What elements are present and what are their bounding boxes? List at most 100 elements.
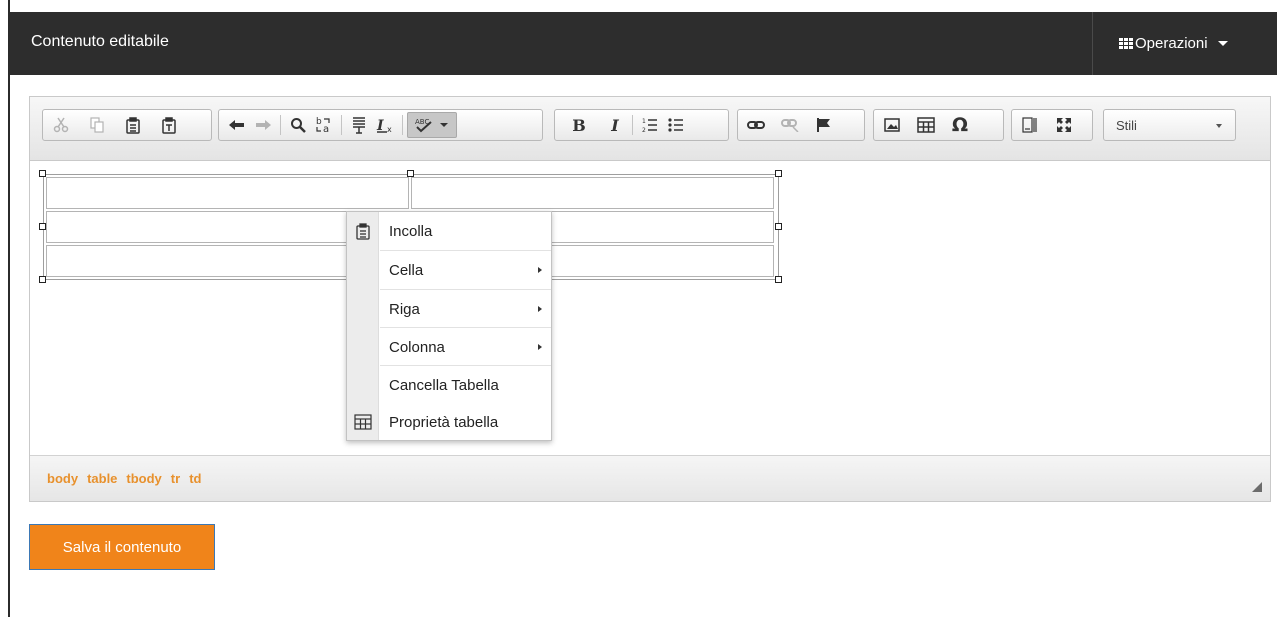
unlink-icon (781, 119, 799, 132)
menu-item-label: Proprietà tabella (389, 413, 499, 431)
paste-text-button[interactable] (156, 112, 182, 138)
italic-button[interactable]: I (602, 112, 628, 138)
resize-handle[interactable] (39, 223, 46, 230)
path-item-tbody[interactable]: tbody (126, 471, 161, 486)
path-item-tr[interactable]: tr (171, 471, 180, 486)
anchor-icon (817, 118, 830, 132)
menu-item-label: Cella (389, 261, 424, 279)
resize-grip-icon[interactable] (1252, 482, 1262, 492)
menu-item-label: Cancella Tabella (389, 376, 499, 394)
resize-handle[interactable] (39, 276, 46, 283)
paste-button[interactable] (120, 112, 146, 138)
resize-handle[interactable] (775, 170, 782, 177)
operations-label: Operazioni (1135, 35, 1208, 52)
editor-content-area[interactable] (30, 162, 1270, 455)
editor-toolbar: ba Ix ABC B I 12 Ω Stili (30, 97, 1270, 161)
resize-handle[interactable] (775, 223, 782, 230)
panel-header: Contenuto editabile Operazioni (10, 12, 1277, 75)
cut-button[interactable] (48, 112, 74, 138)
submenu-arrow-icon (538, 344, 542, 350)
paste-icon (126, 116, 140, 134)
copy-button[interactable] (84, 112, 110, 138)
maximize-button[interactable] (1051, 112, 1077, 138)
menu-item-paste[interactable]: Incolla (347, 212, 551, 250)
table-cell[interactable] (411, 177, 774, 209)
unlink-button[interactable] (777, 112, 803, 138)
svg-text:a: a (323, 124, 329, 134)
link-group (737, 109, 865, 141)
spellcheck-icon: ABC (415, 118, 448, 133)
path-item-body[interactable]: body (47, 471, 78, 486)
resize-handle[interactable] (775, 276, 782, 283)
select-all-icon (353, 117, 365, 134)
numbered-list-icon: 12 (642, 118, 657, 133)
undo-button[interactable] (224, 112, 250, 138)
table-button[interactable] (913, 112, 939, 138)
path-item-td[interactable]: td (189, 471, 201, 486)
toolbar-separator (632, 115, 633, 135)
anchor-button[interactable] (811, 112, 837, 138)
resize-handle[interactable] (39, 170, 46, 177)
numbered-list-button[interactable]: 12 (637, 112, 663, 138)
table-icon (347, 414, 379, 430)
svg-text:2: 2 (642, 127, 646, 133)
spellcheck-button[interactable]: ABC (407, 112, 457, 138)
remove-format-button[interactable]: Ix (372, 112, 398, 138)
chevron-down-icon (1217, 41, 1228, 46)
svg-text:1: 1 (642, 118, 646, 125)
menu-item-row[interactable]: Riga (347, 290, 551, 328)
insert-group: Ω (873, 109, 1004, 141)
styles-dropdown[interactable]: Stili (1103, 109, 1236, 141)
replace-button[interactable]: ba (311, 112, 337, 138)
paste-icon (347, 222, 379, 240)
menu-item-table-properties[interactable]: Proprietà tabella (347, 403, 551, 441)
link-button[interactable] (743, 112, 769, 138)
menu-item-label: Colonna (389, 338, 445, 356)
special-char-button[interactable]: Ω (947, 112, 973, 138)
toolbar-separator (280, 115, 281, 135)
paste-text-icon (162, 116, 176, 134)
submenu-arrow-icon (538, 306, 542, 312)
redo-button[interactable] (250, 112, 276, 138)
link-icon (747, 121, 765, 129)
image-button[interactable] (879, 112, 905, 138)
formatting-group: B I 12 (554, 109, 729, 141)
show-blocks-button[interactable] (1017, 112, 1043, 138)
menu-item-column[interactable]: Colonna (347, 328, 551, 366)
element-path-bar: body table tbody tr td (30, 455, 1270, 501)
toolbar-separator (402, 115, 403, 135)
table-row (46, 177, 776, 209)
show-blocks-icon (1022, 117, 1037, 133)
menu-item-label: Riga (389, 300, 420, 318)
find-button[interactable] (285, 112, 311, 138)
toolbar-separator (341, 115, 342, 135)
menu-item-delete-table[interactable]: Cancella Tabella (347, 366, 551, 404)
submenu-arrow-icon (538, 267, 542, 273)
view-group (1011, 109, 1093, 141)
resize-handle[interactable] (407, 170, 414, 177)
operations-dropdown[interactable]: Operazioni (1093, 12, 1277, 75)
save-content-button[interactable]: Salva il contenuto (29, 524, 215, 570)
table-icon (917, 117, 935, 133)
menu-item-cell[interactable]: Cella (347, 251, 551, 289)
select-all-button[interactable] (346, 112, 372, 138)
chevron-down-icon (1216, 124, 1222, 128)
cut-icon (53, 117, 69, 133)
bold-button[interactable]: B (566, 112, 592, 138)
grid-icon (1119, 38, 1133, 49)
clipboard-group (42, 109, 212, 141)
svg-text:b: b (316, 117, 322, 127)
element-path: body table tbody tr td (47, 471, 201, 486)
bulleted-list-button[interactable] (663, 112, 689, 138)
bold-icon: B (572, 115, 586, 135)
rich-text-editor: ba Ix ABC B I 12 Ω Stili body table tbod… (29, 96, 1271, 502)
svg-text:x: x (387, 125, 392, 133)
find-icon (291, 118, 306, 133)
italic-icon: I (611, 115, 619, 135)
svg-text:I: I (376, 118, 384, 133)
path-item-table[interactable]: table (87, 471, 117, 486)
maximize-icon (1057, 118, 1071, 132)
replace-icon: ba (316, 117, 330, 134)
styles-label: Stili (1116, 117, 1137, 133)
table-cell[interactable] (46, 177, 409, 209)
